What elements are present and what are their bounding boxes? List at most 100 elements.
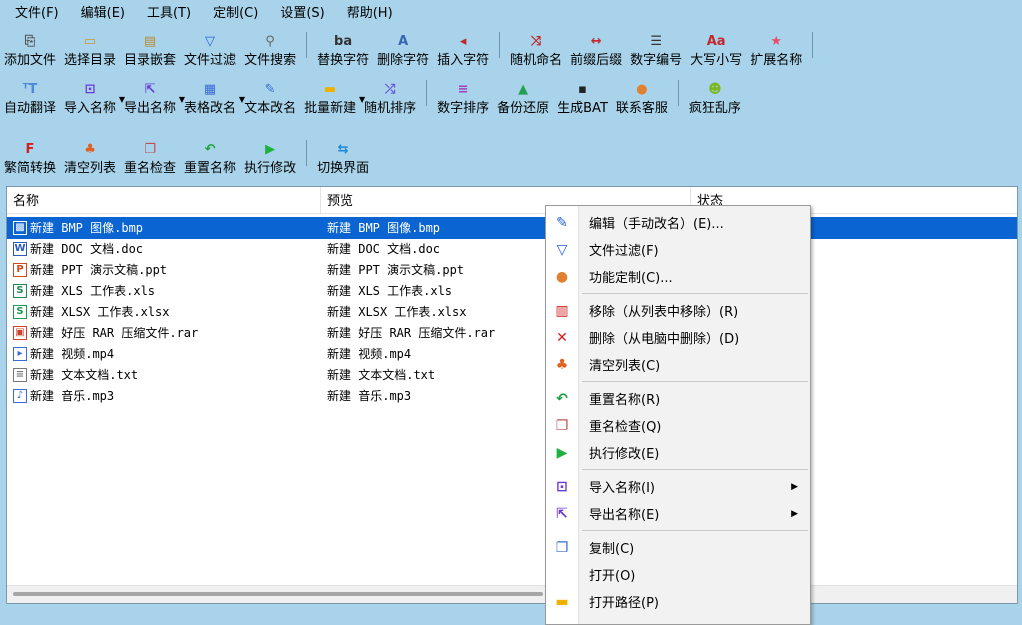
translate-icon: ᵀT — [22, 82, 38, 97]
dir-nest-button[interactable]: ▤ 目录嵌套 — [120, 30, 180, 68]
auto-translate-label: 自动翻译 — [4, 101, 57, 116]
random-name-button[interactable]: ⤨ 随机命名 — [506, 30, 566, 68]
dup-check-button[interactable]: ❐ 重名检查 — [120, 138, 180, 176]
context-menu-item-dupcheck[interactable]: ❐ 重名检查(Q) — [546, 412, 810, 439]
menu-item-0[interactable]: 文件(F) — [0, 0, 70, 28]
delete-x-icon: ✕ — [556, 329, 568, 346]
drive-icon: ▲ — [518, 82, 529, 97]
menu-item-3[interactable]: 定制(C) — [202, 0, 269, 28]
import-icon: ⊡ — [84, 82, 96, 97]
scrollbar-thumb[interactable] — [13, 592, 543, 596]
delete-char-icon: A — [398, 34, 409, 49]
random-sort-button[interactable]: ⤮ 随机排序 — [360, 78, 420, 116]
duplicate-icon: ❐ — [144, 142, 156, 157]
toolbar-separator — [306, 32, 308, 58]
context-menu-item-execute[interactable]: ▶ 执行修改(E) — [546, 439, 810, 466]
context-menu-item-clear[interactable]: ♣ 清空列表(C) — [546, 351, 810, 378]
trad-simp-button[interactable]: F 繁简转换 — [0, 138, 60, 176]
contact-support-button[interactable]: ● 联系客服 — [612, 78, 672, 116]
context-menu-item-import[interactable]: ⊡ 导入名称(I) ▶ — [546, 473, 810, 500]
context-menu-item-copy[interactable]: ❐ 复制(C) — [546, 534, 810, 561]
file-filter-label: 文件过滤 — [184, 53, 237, 68]
auto-translate-button[interactable]: ᵀT 自动翻译 — [0, 78, 60, 116]
export-names-label: 导出名称 — [124, 101, 177, 116]
crazy-shuffle-button[interactable]: ☻ 疯狂乱序 — [685, 78, 745, 116]
context-menu-label: 编辑（手动改名）(E)... — [589, 217, 724, 232]
horizontal-scrollbar[interactable] — [7, 585, 1017, 603]
backup-restore-button[interactable]: ▲ 备份还原 — [493, 78, 553, 116]
case-label: 大写小写 — [690, 53, 743, 68]
context-menu-item-filter[interactable]: ▽ 文件过滤(F) — [546, 236, 810, 263]
context-menu-item-delete[interactable]: ✕ 删除（从电脑中删除）(D) — [546, 324, 810, 351]
add-file-button[interactable]: ⎘ 添加文件 — [0, 30, 60, 68]
table-row[interactable]: S 新建 XLSX 工作表.xlsx 新建 XLSX 工作表.xlsx — [7, 301, 1017, 323]
font-f-icon: F — [25, 142, 35, 157]
table-row[interactable]: ♪ 新建 音乐.mp3 新建 音乐.mp3 — [7, 385, 1017, 407]
new-folder-icon: ▬ — [323, 82, 337, 97]
context-menu-item-remove[interactable]: ▥ 移除（从列表中移除）(R) — [546, 297, 810, 324]
file-search-label: 文件搜索 — [244, 53, 297, 68]
context-menu-item-reset[interactable]: ↶ 重置名称(R) — [546, 385, 810, 412]
replace-char-label: 替换字符 — [317, 53, 370, 68]
replace-char-button[interactable]: ba 替换字符 — [313, 30, 373, 68]
insert-char-button[interactable]: ◂ 插入字符 — [433, 30, 493, 68]
file-name: 新建 BMP 图像.bmp — [30, 221, 144, 235]
generate-bat-button[interactable]: ▪ 生成BAT — [553, 78, 612, 116]
table-row[interactable]: ≡ 新建 文本文档.txt 新建 文本文档.txt — [7, 364, 1017, 386]
context-menu-label: 重名检查(Q) — [589, 420, 662, 435]
export-icon: ⇱ — [556, 505, 568, 522]
filter-icon: ▽ — [205, 34, 216, 49]
menu-item-5[interactable]: 帮助(H) — [336, 0, 404, 28]
reset-name-label: 重置名称 — [184, 161, 237, 176]
number-seq-button[interactable]: ☰ 数字编号 — [626, 30, 686, 68]
context-menu-item-open-path[interactable]: ▬ 打开路径(P) — [546, 588, 810, 615]
context-menu-separator — [582, 469, 808, 470]
menu-item-4[interactable]: 设置(S) — [269, 0, 335, 28]
table-rename-button[interactable]: ▦ 表格改名 ▼ — [180, 78, 245, 116]
numbered-list-icon: ☰ — [650, 34, 662, 49]
export-names-button[interactable]: ⇱ 导出名称 ▼ — [120, 78, 185, 116]
menu-item-2[interactable]: 工具(T) — [136, 0, 202, 28]
table-row[interactable]: ▩ 新建 BMP 图像.bmp 新建 BMP 图像.bmp — [7, 217, 1017, 239]
extension-button[interactable]: ★ 扩展名称 — [746, 30, 806, 68]
cell-name: ▩ 新建 BMP 图像.bmp — [13, 217, 143, 239]
case-button[interactable]: Aa 大写小写 — [686, 30, 746, 68]
file-search-button[interactable]: ⚲ 文件搜索 — [240, 30, 300, 68]
table-rename-label: 表格改名 — [184, 101, 237, 116]
table-row[interactable]: S 新建 XLS 工作表.xls 新建 XLS 工作表.xls — [7, 280, 1017, 302]
reset-name-button[interactable]: ↶ 重置名称 — [180, 138, 240, 176]
number-sort-button[interactable]: ≡ 数字排序 — [433, 78, 493, 116]
context-menu-label: 执行修改(E) — [589, 447, 660, 462]
cell-preview: 新建 XLS 工作表.xls — [327, 284, 453, 298]
table-row[interactable]: ▸ 新建 视频.mp4 新建 视频.mp4 — [7, 343, 1017, 365]
context-menu-label: 导出名称(E) — [589, 508, 660, 523]
context-menu-item-open[interactable]: 打开(O) — [546, 561, 810, 588]
batch-new-button[interactable]: ▬ 批量新建 ▼ — [300, 78, 365, 116]
select-dir-button[interactable]: ▭ 选择目录 — [60, 30, 120, 68]
trad-simp-label: 繁简转换 — [4, 161, 57, 176]
clear-list-button[interactable]: ♣ 清空列表 — [60, 138, 120, 176]
context-menu-item-edit[interactable]: ✎ 编辑（手动改名）(E)... — [546, 209, 810, 236]
import-names-button[interactable]: ⊡ 导入名称 ▼ — [60, 78, 125, 116]
column-header-name[interactable]: 名称 — [7, 187, 321, 213]
undo-icon: ↶ — [556, 390, 568, 407]
execute-button[interactable]: ▶ 执行修改 — [240, 138, 300, 176]
delete-char-button[interactable]: A 删除字符 — [373, 30, 433, 68]
prefix-suffix-button[interactable]: ↔ 前缀后缀 — [566, 30, 626, 68]
cell-preview: 新建 视频.mp4 — [327, 347, 412, 361]
table-row[interactable]: ▣ 新建 好压 RAR 压缩文件.rar 新建 好压 RAR 压缩文件.rar — [7, 322, 1017, 344]
text-rename-button[interactable]: ✎ 文本改名 — [240, 78, 300, 116]
context-menu-item-export[interactable]: ⇱ 导出名称(E) ▶ — [546, 500, 810, 527]
switch-ui-button[interactable]: ⇆ 切换界面 — [313, 138, 373, 176]
frog-icon: ☻ — [708, 82, 722, 97]
file-list[interactable]: 名称 预览 状态 ▩ 新建 BMP 图像.bmp 新建 BMP 图像.bmp W 新建 … — [6, 186, 1018, 604]
menu-item-1[interactable]: 编辑(E) — [70, 0, 136, 28]
file-filter-button[interactable]: ▽ 文件过滤 — [180, 30, 240, 68]
table-row[interactable]: P 新建 PPT 演示文稿.ppt 新建 PPT 演示文稿.ppt — [7, 259, 1017, 281]
select-dir-label: 选择目录 — [64, 53, 117, 68]
table-row[interactable]: W 新建 DOC 文档.doc 新建 DOC 文档.doc — [7, 238, 1017, 260]
copy-icon: ❐ — [555, 539, 569, 556]
context-menu-item-customize[interactable]: ● 功能定制(C)... — [546, 263, 810, 290]
broom-icon: ♣ — [555, 356, 569, 373]
rar-file-icon: ▣ — [13, 326, 27, 340]
